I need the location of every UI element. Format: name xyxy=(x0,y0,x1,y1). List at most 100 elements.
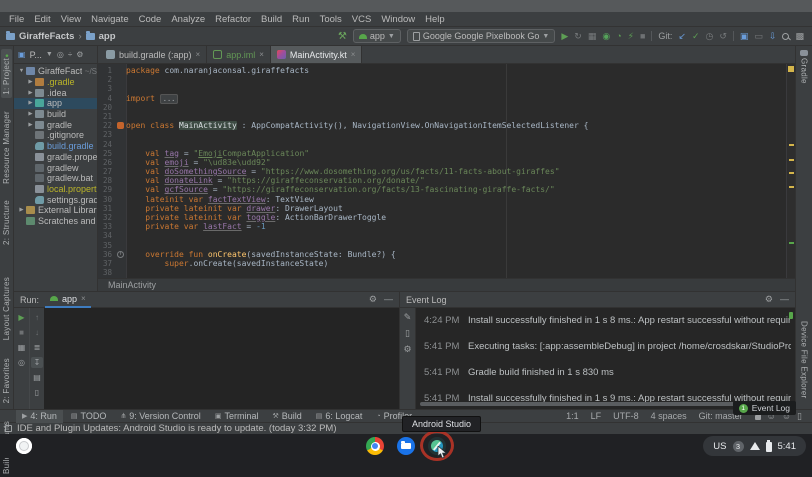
toolwindow-build[interactable]: ⚒Build xyxy=(266,410,307,423)
wrench-icon[interactable]: ⚙ xyxy=(403,345,411,354)
tool-button-resource-manager[interactable]: Resource Manager xyxy=(1,108,12,187)
status-message[interactable]: IDE and Plugin Updates: Android Studio i… xyxy=(17,423,337,434)
restore-layout-icon[interactable]: ▦ xyxy=(16,342,28,353)
git-rollback-icon[interactable]: ↺ xyxy=(719,32,727,41)
close-tab-icon[interactable]: × xyxy=(351,50,356,59)
rerun-icon[interactable]: ↻ xyxy=(574,32,582,41)
android-studio-icon[interactable] xyxy=(428,437,446,455)
apply-changes-icon[interactable]: ⚡ xyxy=(628,32,634,41)
project-view-dropdown[interactable]: P... xyxy=(30,50,42,60)
tool-button-2-structure[interactable]: 2: Structure xyxy=(1,197,12,248)
tool-button-device-file-explorer[interactable]: Device File Explorer xyxy=(800,321,809,399)
debug-icon[interactable]: ◉ xyxy=(602,32,610,41)
menu-item-analyze[interactable]: Analyze xyxy=(166,14,210,25)
tab-app-iml[interactable]: app.iml× xyxy=(207,46,271,63)
launcher-button[interactable] xyxy=(16,438,32,454)
down-stack-trace-icon[interactable]: ↓ xyxy=(31,327,43,338)
log-settings-icon[interactable]: ✎ xyxy=(404,313,412,322)
minimize-icon[interactable]: — xyxy=(384,295,393,304)
files-app-icon[interactable] xyxy=(397,437,415,455)
tab-build-gradle-app[interactable]: build.gradle (:app)× xyxy=(100,46,207,63)
minimize-icon[interactable]: — xyxy=(780,295,789,304)
status-utf-8[interactable]: UTF-8 xyxy=(613,411,639,421)
tree-item-build[interactable]: ▶build xyxy=(14,109,97,120)
tree-item-external-libraries[interactable]: ▶External Libraries xyxy=(14,205,97,216)
device-file-explorer-icon[interactable]: ▣ xyxy=(740,32,749,41)
stop-app-icon[interactable]: ■ xyxy=(16,327,28,338)
device-dropdown[interactable]: Google Google Pixelbook Go ▼ xyxy=(407,29,556,43)
expand-arrow-icon[interactable]: ▶ xyxy=(17,207,26,213)
tree-item-gradle-properties[interactable]: gradle.properties xyxy=(14,152,97,163)
chrome-icon[interactable] xyxy=(366,437,384,455)
tree-item-gradlew-bat[interactable]: gradlew.bat xyxy=(14,173,97,184)
expand-arrow-icon[interactable]: ▼ xyxy=(17,68,26,74)
menu-item-tools[interactable]: Tools xyxy=(315,14,347,25)
tree-item-gitignore[interactable]: .gitignore xyxy=(14,130,97,141)
clear-all-icon[interactable]: ▯ xyxy=(31,387,43,398)
menu-item-navigate[interactable]: Navigate xyxy=(86,14,134,25)
coverage-icon[interactable]: ▦ xyxy=(588,32,597,41)
menu-item-vcs[interactable]: VCS xyxy=(347,14,377,25)
code-editor[interactable]: 1package com.naranjaconsal.giraffefacts2… xyxy=(98,64,795,278)
profiler-icon[interactable]: ◔ xyxy=(616,32,621,41)
locate-file-icon[interactable]: ◎ xyxy=(57,50,64,59)
expand-arrow-icon[interactable]: ▶ xyxy=(26,111,35,117)
menu-item-run[interactable]: Run xyxy=(287,14,314,25)
git-history-icon[interactable]: ◷ xyxy=(706,32,714,41)
status-4-spaces[interactable]: 4 spaces xyxy=(651,411,687,421)
close-tab-icon[interactable]: × xyxy=(196,50,201,59)
expand-arrow-icon[interactable]: ▶ xyxy=(26,79,35,85)
horizontal-scrollbar[interactable] xyxy=(420,402,739,406)
layout-inspector-icon[interactable]: ▩ xyxy=(795,32,804,41)
toolwindow-terminal[interactable]: ▣Terminal xyxy=(209,410,265,423)
menu-item-view[interactable]: View xyxy=(56,14,86,25)
toolwindow-6-logcat[interactable]: ▤6: Logcat xyxy=(310,410,369,423)
menu-item-help[interactable]: Help xyxy=(420,14,450,25)
tree-item-build-gradle[interactable]: build.gradle xyxy=(14,141,97,152)
expand-arrow-icon[interactable]: ▶ xyxy=(26,122,35,128)
toolwindow-9-version-control[interactable]: ⋔9: Version Control xyxy=(114,410,206,423)
tree-item-gradle[interactable]: ▶gradle xyxy=(14,119,97,130)
menu-item-build[interactable]: Build xyxy=(256,14,287,25)
settings-icon[interactable]: ⚙ xyxy=(76,50,83,59)
git-commit-icon[interactable]: ✓ xyxy=(692,32,700,41)
tree-item-app[interactable]: ▶app xyxy=(14,98,97,109)
search-icon[interactable] xyxy=(782,33,789,40)
tool-button-gradle[interactable]: Gradle xyxy=(800,50,809,84)
toolwindow-4-run[interactable]: ▶4: Run xyxy=(16,410,63,423)
scroll-to-end-icon[interactable]: ↧ xyxy=(31,357,43,368)
run-console[interactable] xyxy=(44,308,399,409)
sdk-manager-icon[interactable]: ⇩ xyxy=(769,32,777,41)
menu-item-file[interactable]: File xyxy=(4,14,29,25)
menu-item-window[interactable]: Window xyxy=(376,14,420,25)
up-stack-trace-icon[interactable]: ↑ xyxy=(31,312,43,323)
editor-breadcrumb[interactable]: MainActivity xyxy=(108,280,156,290)
stop-icon[interactable]: ■ xyxy=(640,32,645,41)
expand-arrow-icon[interactable]: ▶ xyxy=(26,100,35,106)
drop-files-icon[interactable]: ▯ xyxy=(797,412,802,421)
tree-item-settings-gradle[interactable]: settings.gradle xyxy=(14,194,97,205)
entry-icon[interactable] xyxy=(117,122,124,129)
tool-button-1-project[interactable]: ●1: Project xyxy=(1,49,12,98)
gear-icon[interactable]: ⚙ xyxy=(765,295,773,304)
toolwindow-todo[interactable]: ▤TODO xyxy=(65,410,112,423)
system-tray[interactable]: US 3 5:41 xyxy=(703,436,806,456)
readonly-lock-icon[interactable] xyxy=(755,415,761,420)
tree-item-giraffefacts[interactable]: ▼GiraffeFacts~/S xyxy=(14,66,97,77)
menu-item-code[interactable]: Code xyxy=(134,14,167,25)
menu-item-edit[interactable]: Edit xyxy=(29,14,55,25)
soft-wrap-icon[interactable]: ≣ xyxy=(31,342,43,353)
build-hammer-icon[interactable]: ⚒ xyxy=(338,31,347,42)
tree-item-gradlew[interactable]: gradlew xyxy=(14,162,97,173)
close-tab-icon[interactable]: × xyxy=(259,50,264,59)
tree-item-gradle[interactable]: ▶.gradle xyxy=(14,77,97,88)
tree-item-scratches-and-consoles[interactable]: Scratches and Consoles xyxy=(14,216,97,227)
run-tab-app[interactable]: app × xyxy=(45,292,91,308)
pin-tab-icon[interactable]: ◎ xyxy=(16,357,28,368)
breadcrumb-module[interactable]: app xyxy=(99,31,116,42)
event-log-entries[interactable]: 4:24 PMInstall successfully finished in … xyxy=(416,308,795,409)
emulator-icon[interactable]: ▭ xyxy=(754,32,763,41)
menu-item-refactor[interactable]: Refactor xyxy=(210,14,256,25)
collapse-all-icon[interactable]: ÷ xyxy=(68,50,72,59)
tree-item-local-properties[interactable]: local.properties xyxy=(14,184,97,195)
